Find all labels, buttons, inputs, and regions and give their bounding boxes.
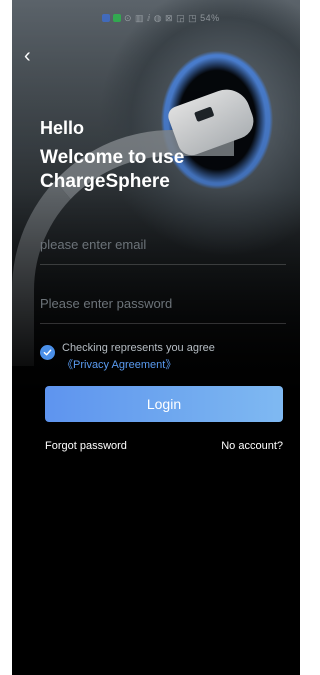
welcome-heading: Welcome to use ChargeSphere [40,147,185,192]
forgot-password-link[interactable]: Forgot password [45,440,127,452]
check-icon [43,349,52,356]
app-notification-icon [102,14,110,22]
login-button[interactable]: Login [45,386,283,422]
agreement-text: Checking represents you agree [62,342,215,354]
no-account-link[interactable]: No account? [221,440,283,452]
app-screen: ⊙ ▥ ⅈ ◍ ⊠ ◲ ◳ 54% ‹ Hello Welcome to use… [12,0,300,675]
plug-mark [194,106,215,123]
back-button[interactable]: ‹ [24,44,44,68]
chevron-left-icon: ‹ [24,45,31,67]
status-indicators: ⊙ ▥ ⅈ ◍ ⊠ ◲ ◳ 54% [124,12,220,23]
password-input[interactable] [40,283,286,323]
privacy-agreement-link[interactable]: 《Privacy Agreement》 [62,356,176,372]
email-input[interactable] [40,224,286,264]
message-notification-icon [113,14,121,22]
hello-heading: Hello [40,118,85,138]
password-field [40,283,286,324]
status-bar: ⊙ ▥ ⅈ ◍ ⊠ ◲ ◳ 54% [102,10,296,26]
email-field [40,224,286,265]
agreement-row: Checking represents you agree 《Privacy A… [40,342,280,376]
agreement-checkbox[interactable] [40,345,55,360]
